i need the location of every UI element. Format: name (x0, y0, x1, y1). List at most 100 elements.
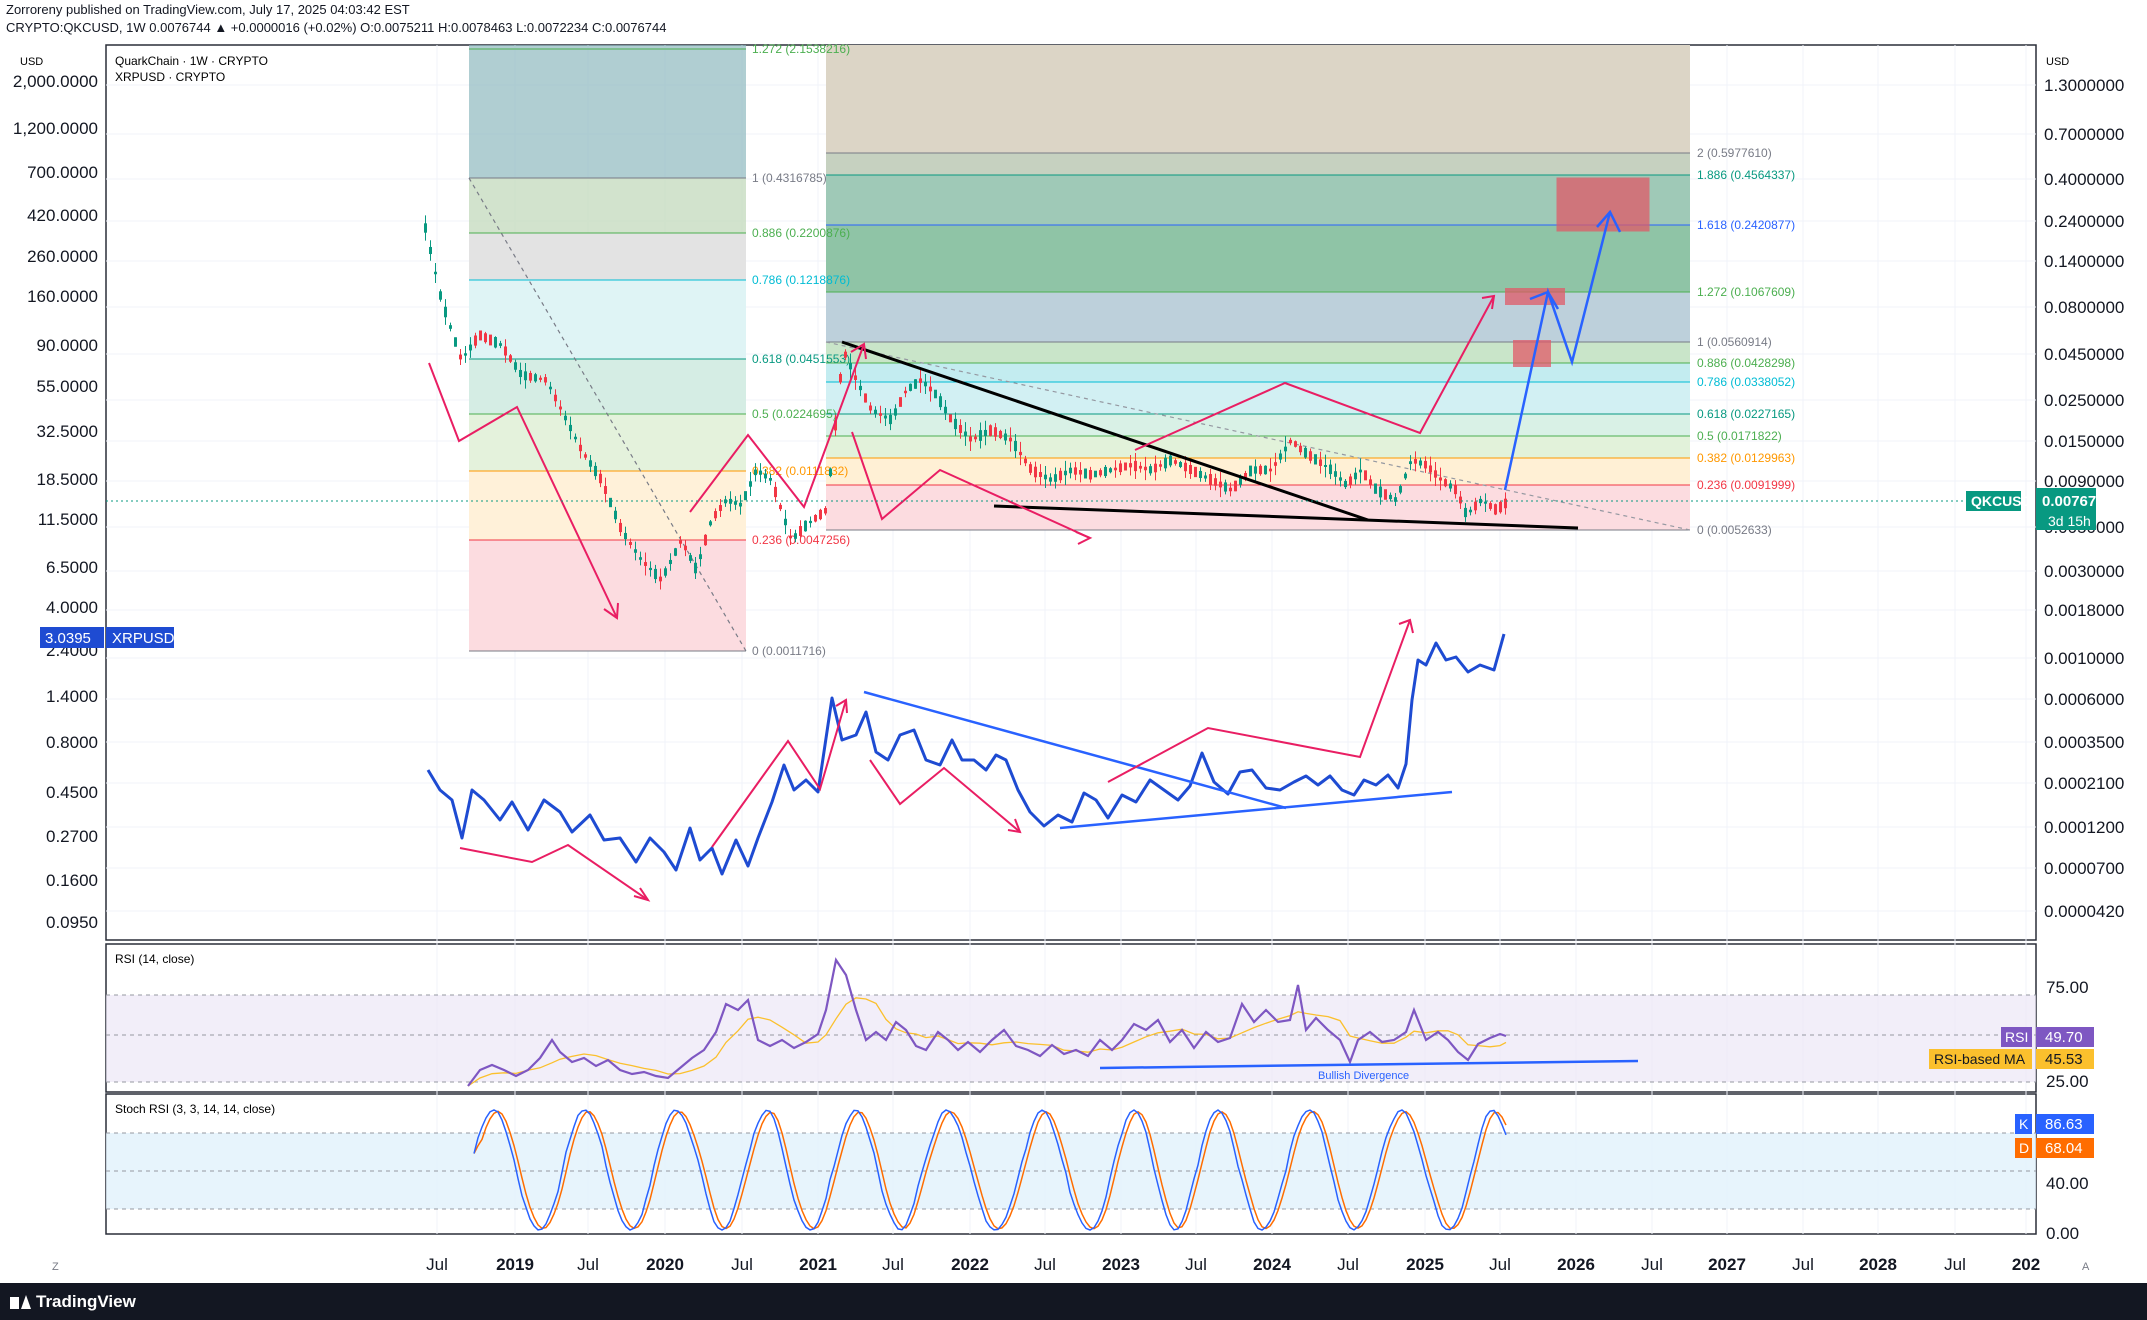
right-fib-label: 0 (0.0052633) (1697, 523, 1772, 537)
left-fib-label: 1.272 (2.1538216) (752, 42, 850, 56)
candle-body (469, 344, 472, 351)
candle-body (454, 337, 457, 347)
candle-body (789, 535, 792, 539)
left-axis-tick: 90.0000 (37, 336, 98, 355)
candle-body (1124, 462, 1127, 471)
candle-body (554, 394, 557, 402)
candle-body (854, 375, 857, 380)
candle-body (1164, 457, 1167, 469)
candle-body (474, 335, 477, 346)
left-fib-label: 1 (0.4316785) (752, 171, 827, 185)
qkc-ticker-text: QKCUSD (1971, 493, 2032, 509)
time-axis-tick: Jul (1034, 1255, 1056, 1274)
left-fib-label: 0.886 (0.2200876) (752, 226, 850, 240)
candle-body (1444, 479, 1447, 487)
stoch-k-value-text: 86.63 (2045, 1116, 2083, 1133)
candle-body (949, 414, 952, 423)
candle-body (1409, 461, 1412, 465)
right-axis-currency: USD (2046, 56, 2069, 68)
compare-legend-title[interactable]: XRPUSD · CRYPTO (115, 70, 225, 84)
rsi-ma-label-text: RSI-based MA (1934, 1051, 2026, 1067)
candle-body (874, 409, 877, 415)
candle-body (819, 509, 822, 520)
candle-body (1419, 460, 1422, 466)
candle-body (1274, 462, 1277, 466)
candle-body (1379, 486, 1382, 498)
right-axis-tick: 0.1400000 (2044, 252, 2124, 271)
right-fib-label: 0.5 (0.0171822) (1697, 429, 1782, 443)
left-price-axis[interactable]: 2,000.0000 1,200.0000 700.0000 420.0000 260.… (13, 72, 98, 932)
candle-body (759, 470, 762, 475)
candle-body (1099, 470, 1102, 476)
right-fib-label: 1.618 (0.2420877) (1697, 218, 1795, 232)
tradingview-logo[interactable]: TradingView (10, 1292, 136, 1312)
time-axis-tick: 2023 (1102, 1255, 1140, 1274)
chart-canvas[interactable]: 1.272 (2.1538216) 1 (0.4316785) 0.886 (0.2… (0, 0, 2147, 1283)
stoch-k-label-text: K (2019, 1116, 2029, 1132)
candle-body (794, 533, 797, 539)
rsi-title[interactable]: RSI (14, close) (115, 952, 194, 966)
candle-body (1234, 480, 1237, 492)
left-axis-tick: 0.4500 (46, 783, 98, 802)
auto-scale-toggle[interactable]: A (2082, 1261, 2090, 1273)
candle-body (954, 418, 957, 430)
candle-body (459, 354, 462, 360)
candle-body (629, 542, 632, 545)
left-fib-retracement[interactable] (469, 45, 746, 651)
candle-body (969, 436, 972, 442)
right-axis-tick: 0.2400000 (2044, 212, 2124, 231)
candle-body (674, 548, 677, 556)
candle-body (699, 554, 702, 560)
main-legend-title[interactable]: QuarkChain · 1W · CRYPTO (115, 54, 268, 68)
candle-body (1329, 464, 1332, 475)
candle-body (1039, 472, 1042, 477)
left-fib-label: 0.618 (0.0451553) (752, 352, 850, 366)
candle-body (1019, 451, 1022, 456)
candle-body (769, 477, 772, 481)
candle-body (784, 518, 787, 526)
time-axis-tick: 2025 (1406, 1255, 1444, 1274)
left-axis-tick: 160.0000 (27, 287, 98, 306)
left-axis-tick: 260.0000 (27, 247, 98, 266)
candle-body (1089, 470, 1092, 480)
candle-body (654, 568, 657, 580)
time-axis-tick: Jul (882, 1255, 904, 1274)
candle-body (684, 545, 687, 551)
candle-body (849, 362, 852, 370)
candle-body (1279, 453, 1282, 460)
candle-body (1109, 468, 1112, 473)
candle-body (1289, 439, 1292, 444)
right-fib-extension[interactable] (826, 45, 1690, 530)
stoch-level-0: 0.00 (2046, 1224, 2079, 1243)
candle-body (1389, 494, 1392, 500)
candle-body (1069, 467, 1072, 474)
xrp-price-badge[interactable]: 3.0395 XRPUSD (40, 627, 175, 648)
left-axis-tick: 2,000.0000 (13, 72, 98, 91)
candle-body (1044, 474, 1047, 480)
candle-body (584, 454, 587, 458)
candle-body (744, 491, 747, 501)
candle-body (844, 351, 847, 358)
log-scale-toggle[interactable]: Z (52, 1261, 59, 1273)
candle-body (709, 521, 712, 526)
candle-body (1474, 501, 1477, 511)
candle-body (754, 469, 757, 476)
stoch-title[interactable]: Stoch RSI (3, 3, 14, 14, close) (115, 1102, 275, 1116)
time-axis-tick: Jul (1944, 1255, 1966, 1274)
time-axis-tick: 2026 (1557, 1255, 1595, 1274)
candle-body (1354, 472, 1357, 480)
candle-body (824, 508, 827, 514)
target-zone-3[interactable] (1556, 177, 1650, 232)
candle-body (1144, 466, 1147, 471)
candle-body (559, 406, 562, 410)
stoch-level-40: 40.00 (2046, 1174, 2089, 1193)
candle-body (564, 415, 567, 421)
right-axis-tick: 0.0003500 (2044, 733, 2124, 752)
candle-body (1314, 454, 1317, 465)
candle-body (484, 333, 487, 343)
time-axis-tick: Jul (577, 1255, 599, 1274)
time-axis[interactable]: Jul 2019 Jul 2020 Jul 2021 Jul 2022 Jul 2023 Jul 20… (426, 1255, 2040, 1274)
candle-body (1434, 470, 1437, 478)
candle-body (619, 522, 622, 533)
candle-body (634, 549, 637, 553)
